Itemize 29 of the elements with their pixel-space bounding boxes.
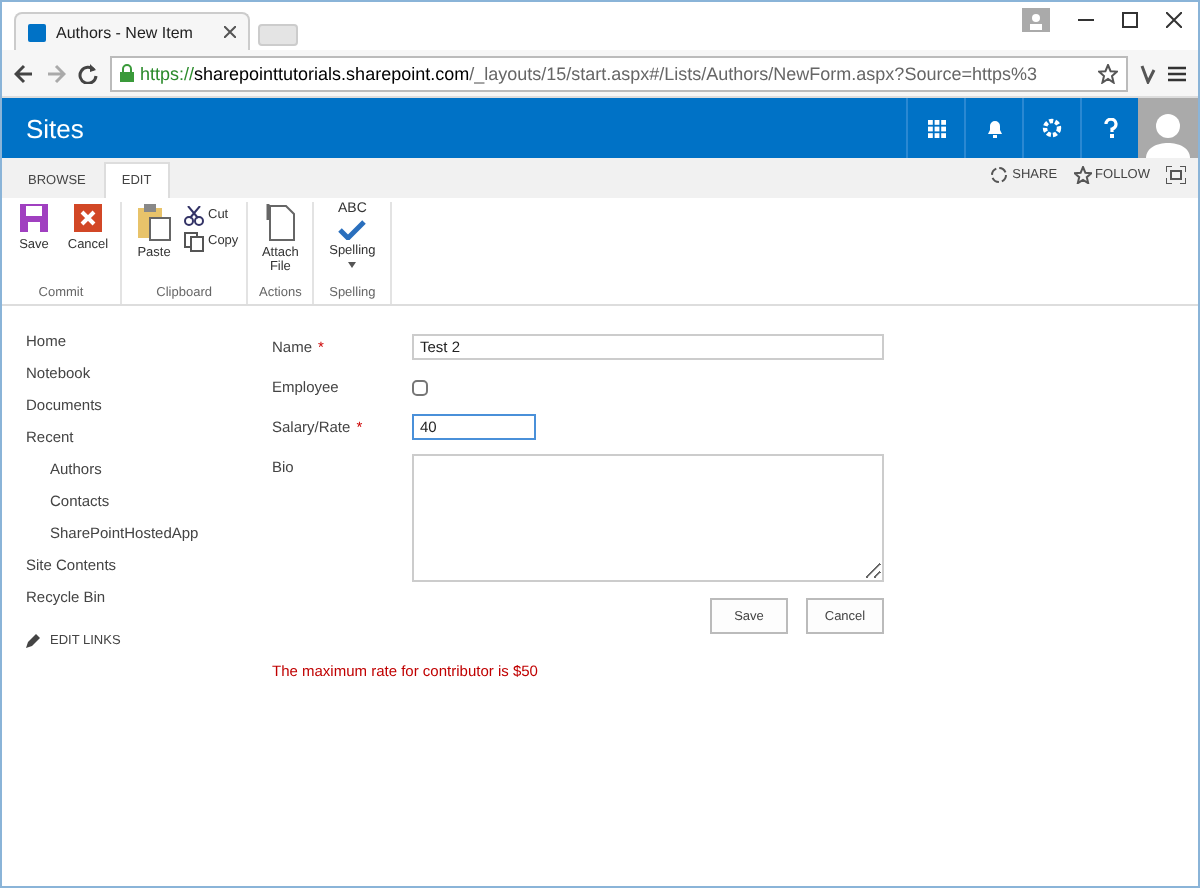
settings-icon[interactable] <box>1042 118 1062 138</box>
star-icon <box>1073 165 1092 183</box>
scissors-icon <box>184 205 204 225</box>
tab-title: Authors - New Item <box>56 23 193 41</box>
checkmark-icon <box>338 220 367 240</box>
back-icon[interactable] <box>14 63 34 83</box>
checkbox[interactable] <box>412 380 428 396</box>
copy-icon <box>184 231 204 251</box>
maximize-icon[interactable] <box>1122 12 1138 28</box>
close-icon[interactable] <box>1166 12 1182 28</box>
lock-icon <box>120 64 134 82</box>
address-bar[interactable]: https://sharepointtutorials.sharepoint.com/_layouts/15/start.aspx#/Lists/Authors/NewForm.aspx?Source=https%3 <box>110 55 1128 91</box>
app-launcher-icon[interactable] <box>927 119 945 137</box>
share-icon <box>990 165 1009 183</box>
bell-icon[interactable] <box>985 118 1003 138</box>
browser-tab[interactable]: Authors - New Item <box>14 12 250 50</box>
cancel-icon <box>72 202 104 234</box>
reload-icon[interactable] <box>78 63 98 83</box>
star-icon[interactable] <box>1098 63 1118 83</box>
menu-icon[interactable] <box>1168 65 1186 81</box>
caret-icon <box>348 262 357 269</box>
focus-icon[interactable] <box>1166 165 1186 183</box>
url-text: https://sharepointtutorials.sharepoint.com/_layouts/15/start.aspx#/Lists/Authors/NewForm.aspx?Source=https%3 <box>140 63 1037 83</box>
help-icon[interactable] <box>1103 118 1117 138</box>
pencil-icon <box>26 634 40 648</box>
document-clip-icon <box>264 202 297 242</box>
save-icon <box>18 202 50 234</box>
close-icon[interactable] <box>224 26 236 38</box>
paste-icon <box>136 202 172 242</box>
